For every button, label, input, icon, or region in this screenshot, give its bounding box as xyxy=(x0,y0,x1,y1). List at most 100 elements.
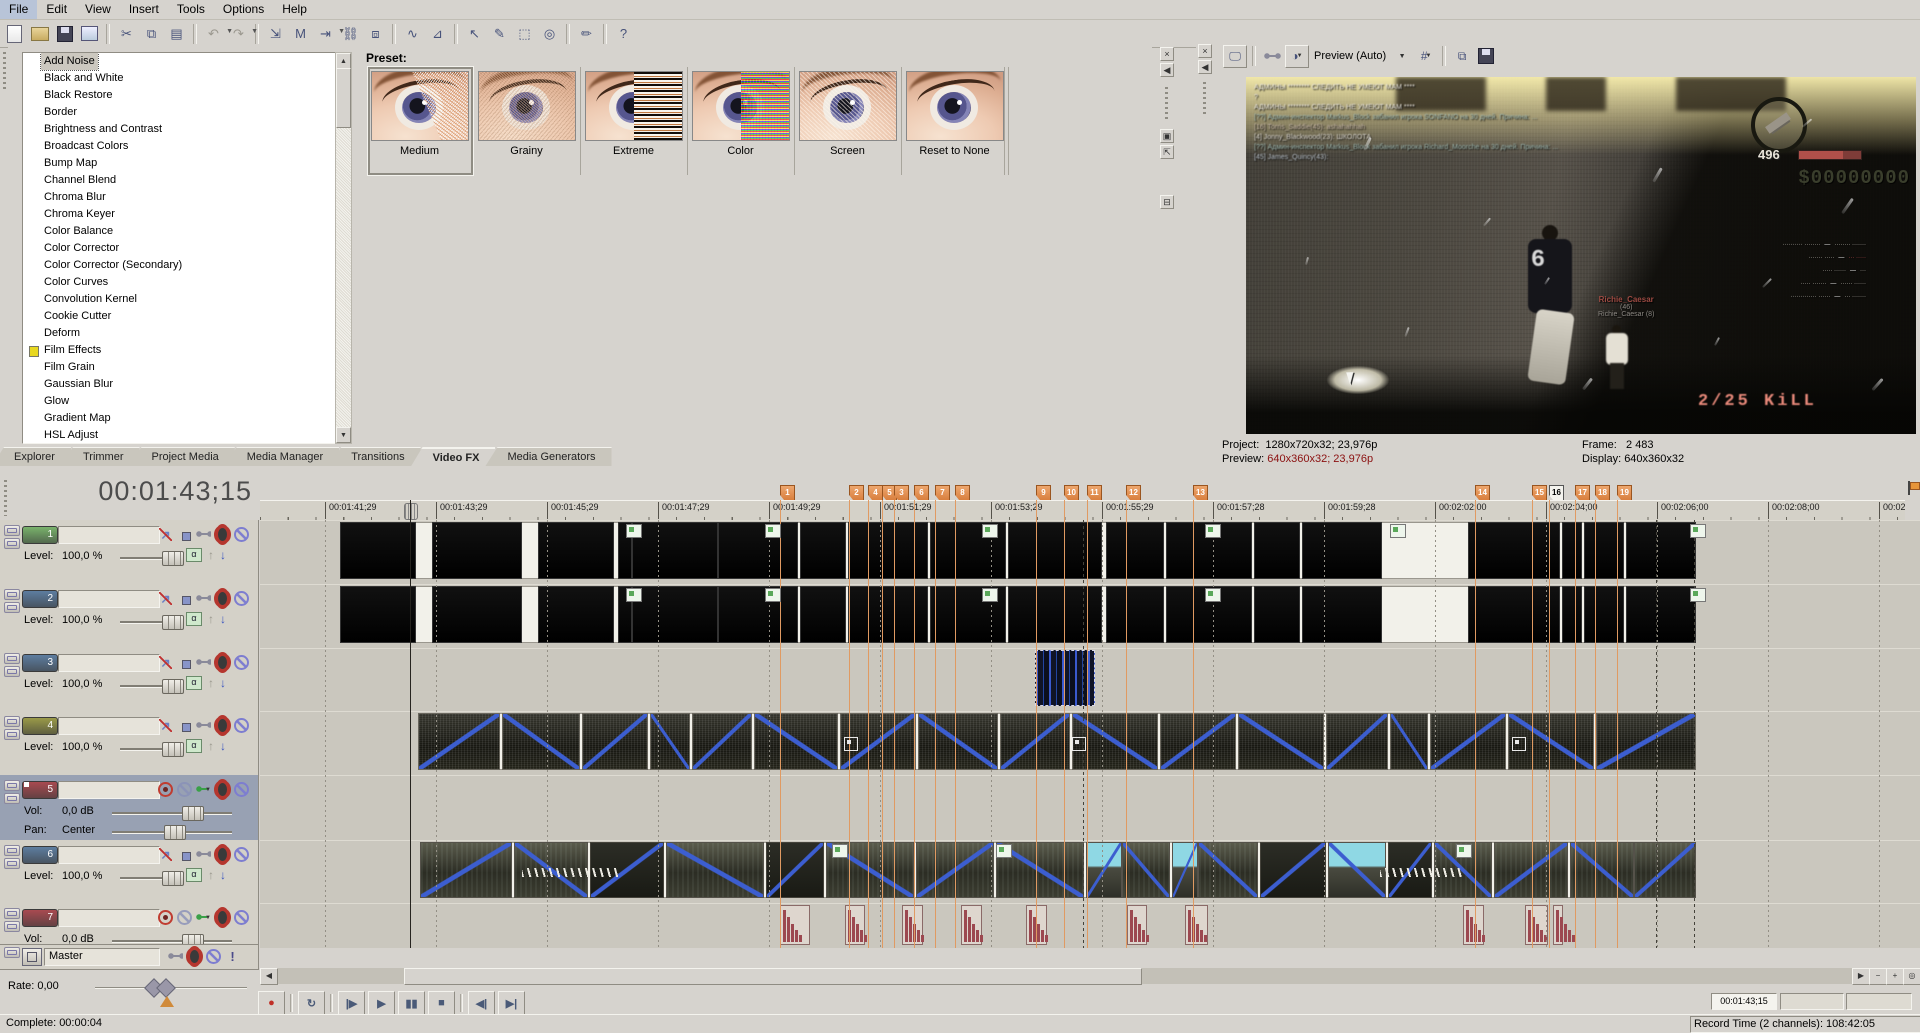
composite-mode-icon[interactable]: α xyxy=(186,676,202,690)
compositing-down-icon[interactable]: ↓ xyxy=(220,612,226,626)
video-event[interactable] xyxy=(718,586,798,643)
fx-list-item[interactable]: Color Curves xyxy=(23,274,336,291)
marker-2[interactable]: 2 xyxy=(849,485,864,500)
video-event[interactable] xyxy=(718,522,798,579)
track-row-4[interactable] xyxy=(260,711,1920,776)
audio-event[interactable] xyxy=(1127,905,1149,945)
automation-settings-button[interactable] xyxy=(196,591,211,606)
timeline-grip[interactable] xyxy=(4,480,7,516)
video-event[interactable] xyxy=(1562,522,1582,579)
marker-8[interactable]: 8 xyxy=(955,485,970,500)
track-name-field[interactable] xyxy=(58,717,160,735)
fader-slider[interactable] xyxy=(112,934,232,948)
marker-tool-flag-icon[interactable] xyxy=(1908,481,1920,495)
mute-button[interactable] xyxy=(234,910,249,925)
video-event[interactable] xyxy=(848,586,928,643)
track-header-4[interactable]: 4 ↗! Level: 100,0 % α ↑ ↓ xyxy=(0,711,259,776)
fx-list-item[interactable]: Bump Map xyxy=(23,155,336,172)
collapse-buttons[interactable] xyxy=(4,908,20,932)
preset-extreme[interactable]: Extreme xyxy=(580,67,688,175)
composite-mode-icon[interactable]: α xyxy=(186,612,202,626)
track-number[interactable]: 2 xyxy=(22,590,58,608)
fx-list-item[interactable]: Film Grain xyxy=(23,359,336,376)
preset-screen[interactable]: Screen xyxy=(794,67,902,175)
event-tool-button[interactable]: ⊿ xyxy=(426,22,449,45)
fx-list-item[interactable]: Film Effects xyxy=(23,342,336,359)
video-event[interactable] xyxy=(632,522,718,579)
dock-grip[interactable] xyxy=(1203,82,1206,116)
marker-3[interactable]: 3 xyxy=(894,485,909,500)
mute-button[interactable] xyxy=(234,655,249,670)
track-number[interactable]: 1 xyxy=(22,526,58,544)
track-fx-button[interactable] xyxy=(215,716,230,735)
collapse-buttons[interactable] xyxy=(4,780,20,804)
event-fx-icon[interactable] xyxy=(765,588,781,602)
track-name-field[interactable] xyxy=(58,654,160,672)
video-event[interactable] xyxy=(848,522,928,579)
track-header-3[interactable]: 3 ↗! Level: 100,0 % α ↑ ↓ xyxy=(0,648,259,712)
menu-help[interactable]: Help xyxy=(273,0,316,19)
fx-list-item[interactable]: Convolution Kernel xyxy=(23,291,336,308)
video-event[interactable] xyxy=(1626,522,1696,579)
automation-settings-button[interactable]: ▼ xyxy=(196,782,211,797)
bypass-motion-blur-button[interactable]: ↗ xyxy=(158,527,173,542)
marker-11[interactable]: 11 xyxy=(1087,485,1102,500)
video-event[interactable] xyxy=(1000,713,1070,770)
save-snapshot-icon[interactable] xyxy=(1475,46,1497,67)
video-event[interactable] xyxy=(1238,713,1324,770)
video-event[interactable] xyxy=(418,713,500,770)
save-project-button[interactable] xyxy=(53,22,76,45)
fader-slider[interactable] xyxy=(120,871,184,886)
marker-4[interactable]: 4 xyxy=(868,485,883,500)
split-trim-tool-button[interactable]: ∿ xyxy=(401,22,424,45)
solo-button[interactable]: ! xyxy=(253,527,258,542)
track-header-5[interactable]: 5▼!Vol:0,0 dBPan:Center xyxy=(0,775,259,841)
video-event[interactable] xyxy=(1634,842,1696,898)
lock-envelopes-to-events-button[interactable]: ⛓ xyxy=(339,22,362,45)
fx-list-item[interactable]: Color Corrector (Secondary) xyxy=(23,257,336,274)
marker-15[interactable]: 15 xyxy=(1532,485,1547,500)
event-fx-icon[interactable] xyxy=(765,524,781,538)
marker-14[interactable]: 14 xyxy=(1475,485,1490,500)
master-solo-icon[interactable]: ! xyxy=(225,949,240,964)
dock-grip[interactable] xyxy=(1165,87,1168,121)
make-compositing-child-icon[interactable]: ↑ xyxy=(208,548,214,562)
event-pan-crop-icon[interactable] xyxy=(1072,736,1086,751)
minimize-track-icon[interactable] xyxy=(4,589,20,600)
solo-button[interactable]: ! xyxy=(253,718,258,733)
video-event[interactable] xyxy=(1430,713,1506,770)
undock-icon[interactable]: ◀ xyxy=(1160,63,1174,77)
pause-button[interactable]: ▮▮ xyxy=(398,991,425,1015)
paste-button[interactable]: ▤ xyxy=(165,22,188,45)
menu-tools[interactable]: Tools xyxy=(168,0,214,19)
video-event[interactable] xyxy=(918,713,998,770)
track-number[interactable]: 3 xyxy=(22,654,58,672)
marker-12[interactable]: 12 xyxy=(1126,485,1141,500)
compositing-down-icon[interactable]: ↓ xyxy=(220,739,226,753)
track-fx-button[interactable] xyxy=(215,780,230,799)
fx-list-item[interactable]: Add Noise xyxy=(23,53,336,71)
event-fx-icon[interactable] xyxy=(1690,524,1706,538)
video-event[interactable] xyxy=(766,842,824,898)
marker-18[interactable]: 18 xyxy=(1595,485,1610,500)
minimize-track-icon[interactable] xyxy=(4,525,20,536)
video-event[interactable] xyxy=(1122,842,1170,898)
window-dock-icon[interactable]: ⊟ xyxy=(1160,195,1174,209)
audio-event[interactable] xyxy=(1185,905,1208,945)
composite-mode-icon[interactable]: α xyxy=(186,548,202,562)
track-number[interactable]: 7 xyxy=(22,909,58,927)
video-event[interactable] xyxy=(420,842,512,898)
video-event[interactable] xyxy=(1468,522,1560,579)
event-pan-crop-icon[interactable] xyxy=(844,736,858,751)
fx-list-item[interactable]: Deform xyxy=(23,325,336,342)
tab-video-fx[interactable]: Video FX xyxy=(410,447,496,467)
event-fx-icon[interactable] xyxy=(1205,524,1221,538)
invert-phase-button[interactable] xyxy=(177,910,192,925)
track-motion-button[interactable] xyxy=(177,591,192,606)
video-event[interactable] xyxy=(800,522,846,579)
track-fx-button[interactable] xyxy=(215,845,230,864)
scroll-up-icon[interactable]: ▲ xyxy=(336,53,351,69)
track-row-3[interactable] xyxy=(260,648,1920,712)
fx-list-item[interactable]: Color Corrector xyxy=(23,240,336,257)
video-event[interactable] xyxy=(632,586,718,643)
